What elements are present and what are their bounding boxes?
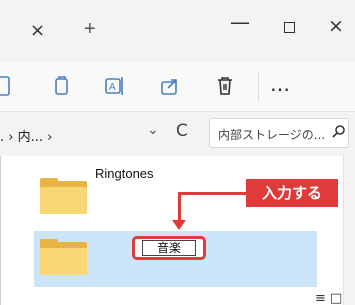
cut-icon[interactable] <box>0 74 16 98</box>
chevron-down-icon[interactable]: ⌄ <box>147 122 159 138</box>
search-input[interactable]: 内部ストレージの... <box>209 118 349 148</box>
breadcrumb[interactable]: . › 内... › <box>0 126 52 145</box>
rename-icon[interactable]: A <box>103 74 127 98</box>
toolbar-separator <box>258 72 259 102</box>
folder-icon <box>40 178 87 214</box>
maximize-button[interactable] <box>284 22 295 33</box>
delete-icon[interactable] <box>213 74 237 98</box>
search-icon[interactable] <box>331 124 347 140</box>
close-button[interactable]: × <box>328 15 344 37</box>
svg-text:A: A <box>109 82 116 93</box>
scrollbar[interactable] <box>343 156 355 305</box>
annotation-arrow <box>178 192 181 222</box>
rename-highlight: 音楽 <box>132 236 206 260</box>
pane-divider <box>0 156 1 305</box>
copy-icon[interactable] <box>50 74 74 98</box>
tab-close-button[interactable]: × <box>30 20 45 41</box>
folder-icon <box>40 239 87 275</box>
annotation-arrowhead <box>172 220 186 230</box>
annotation-label: 入力する <box>246 179 338 207</box>
address-bar-row: . › 内... › ⌄ C 内部ストレージの... <box>0 112 355 156</box>
command-bar: A … <box>0 62 355 112</box>
rename-input[interactable]: 音楽 <box>142 240 196 256</box>
view-toggle-icons[interactable]: ≡ □ <box>315 291 342 305</box>
item-name: Ringtones <box>95 166 154 181</box>
file-list: Ringtones 音楽 入力する ≡ □ <box>0 156 343 305</box>
title-bar: × + — × <box>0 0 355 62</box>
refresh-icon[interactable]: C <box>176 121 188 141</box>
more-options-button[interactable]: … <box>270 72 291 96</box>
minimize-button[interactable]: — <box>230 10 250 34</box>
share-icon[interactable] <box>158 74 182 98</box>
file-explorer-window: × + — × A … . › 内... › ⌄ C 内部ストレージの... R… <box>0 0 355 305</box>
annotation-arrow <box>178 192 246 195</box>
search-placeholder: 内部ストレージの... <box>218 128 326 142</box>
new-tab-button[interactable]: + <box>84 18 96 41</box>
